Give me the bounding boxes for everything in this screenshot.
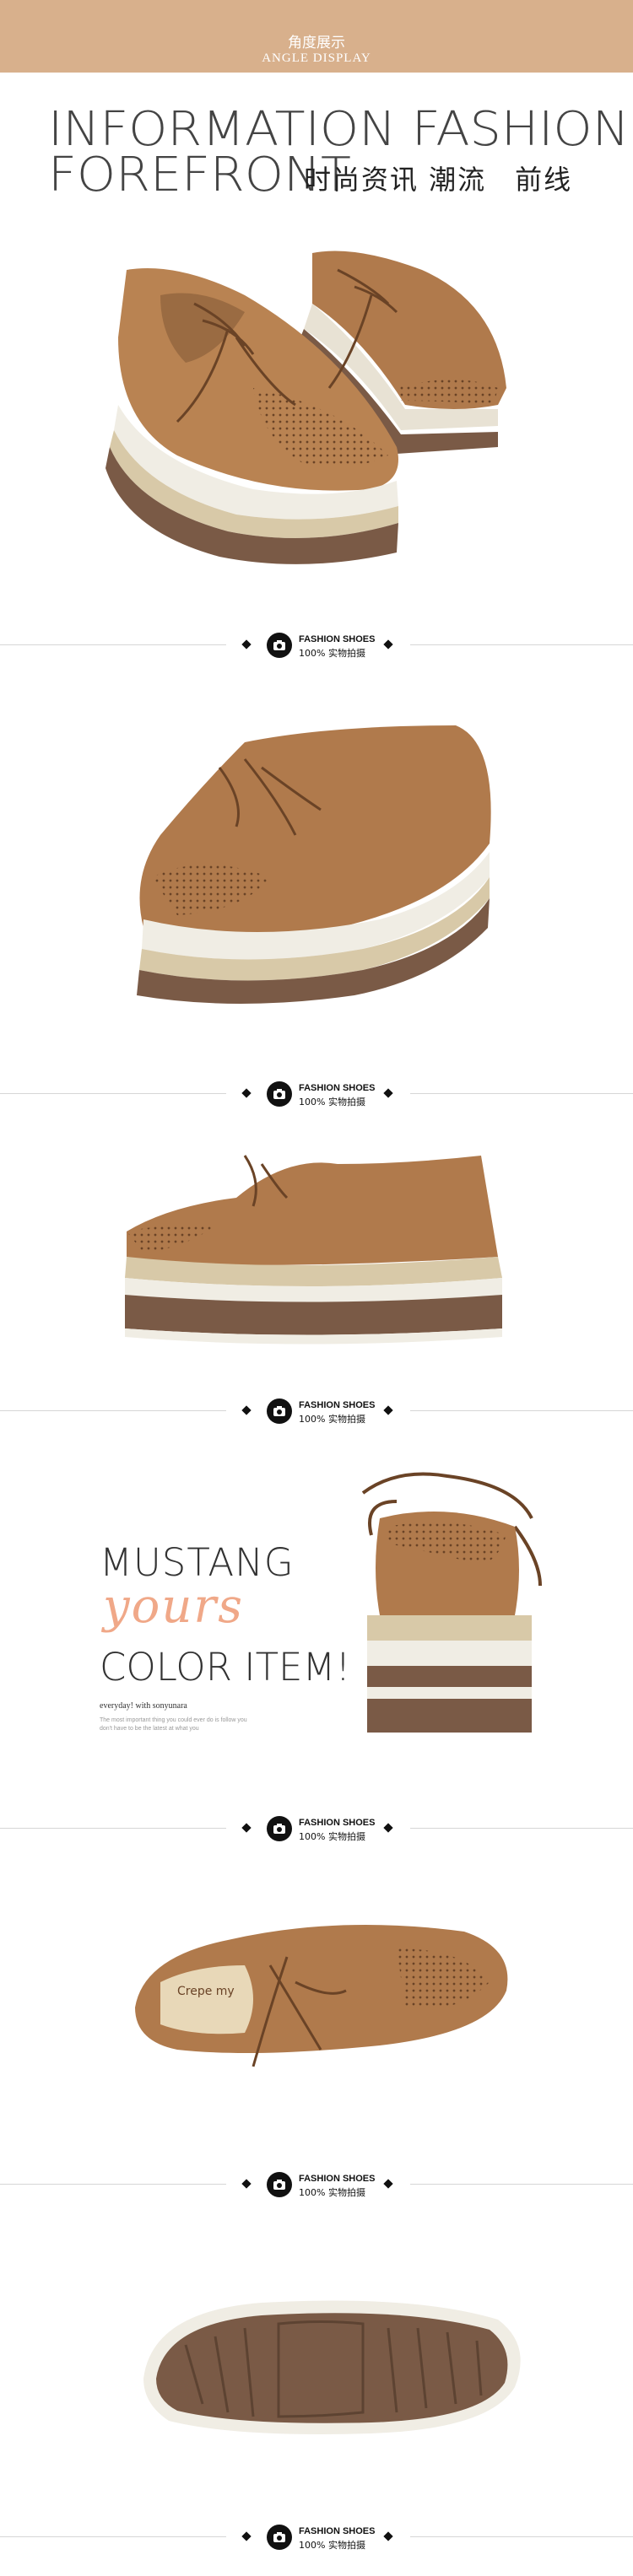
promo-note: The most important thing you could ever … bbox=[100, 1717, 247, 1732]
shoe-sole-image bbox=[143, 2300, 521, 2434]
camera-icon bbox=[267, 633, 292, 658]
separator-4: FASHION SHOES 100% 实物拍摄 bbox=[0, 1816, 633, 1842]
separator-title: FASHION SHOES bbox=[299, 634, 376, 644]
separator-title: FASHION SHOES bbox=[299, 1400, 376, 1410]
separator-3: FASHION SHOES 100% 实物拍摄 bbox=[0, 1398, 633, 1425]
shoe-top-image: Crepe my bbox=[135, 1925, 508, 2067]
promo-tagline: everyday! with sonyunara bbox=[100, 1701, 187, 1711]
separator-5: FASHION SHOES 100% 实物拍摄 bbox=[0, 2172, 633, 2198]
separator-2: FASHION SHOES 100% 实物拍摄 bbox=[0, 1081, 633, 1107]
camera-icon bbox=[267, 2172, 292, 2197]
separator-subtitle: 100% 实物拍摄 bbox=[299, 1097, 365, 1107]
camera-icon bbox=[267, 1398, 292, 1424]
separator-subtitle: 100% 实物拍摄 bbox=[299, 2540, 365, 2551]
camera-icon bbox=[267, 1081, 292, 1107]
separator-title: FASHION SHOES bbox=[299, 1818, 376, 1828]
camera-icon bbox=[267, 1816, 292, 1841]
separator-subtitle: 100% 实物拍摄 bbox=[299, 1414, 365, 1425]
header-title-cn: 角度展示 bbox=[288, 35, 345, 51]
separator-title: FASHION SHOES bbox=[299, 2174, 376, 2184]
camera-icon bbox=[267, 2525, 292, 2550]
hero-line-1: INFORMATION FASHION bbox=[48, 102, 630, 157]
hero-cn: 时尚资讯 潮流 前线 bbox=[304, 164, 573, 196]
separator-6: FASHION SHOES 100% 实物拍摄 bbox=[0, 2525, 633, 2551]
shoe-pair-image bbox=[106, 251, 506, 564]
separator-1: FASHION SHOES 100% 实物拍摄 bbox=[0, 633, 633, 659]
shoe-side-image bbox=[125, 1155, 502, 1345]
header-title-en: ANGLE DISPLAY bbox=[262, 51, 371, 65]
separator-subtitle: 100% 实物拍摄 bbox=[299, 648, 365, 659]
separator-subtitle: 100% 实物拍摄 bbox=[299, 1831, 365, 1842]
shoe-three-quarter-image bbox=[137, 725, 491, 1004]
separator-title: FASHION SHOES bbox=[299, 2526, 376, 2536]
promo-line-3: COLOR ITEM! bbox=[100, 1645, 351, 1689]
promo-line-2: yours bbox=[103, 1579, 244, 1634]
insole-logo: Crepe my bbox=[177, 1985, 235, 1998]
separator-subtitle: 100% 实物拍摄 bbox=[299, 2187, 365, 2198]
shoe-back-image bbox=[361, 1472, 542, 1733]
separator-title: FASHION SHOES bbox=[299, 1083, 376, 1093]
